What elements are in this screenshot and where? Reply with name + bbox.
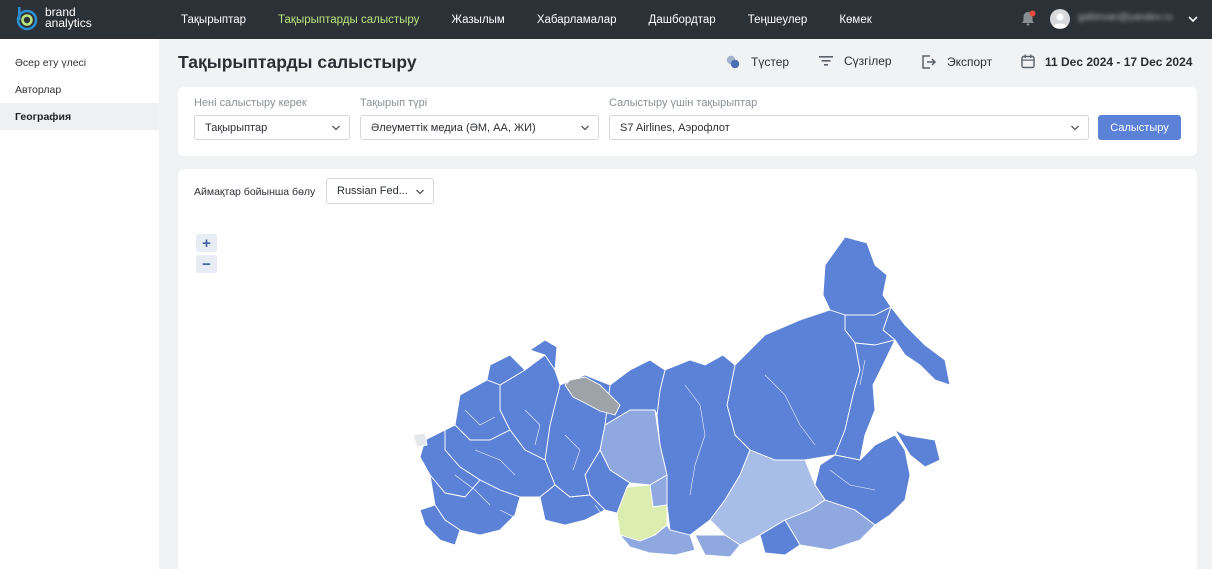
themes-value: S7 Airlines, Аэрофлот xyxy=(620,121,730,134)
date-range-picker[interactable]: 11 Dec 2024 - 17 Dec 2024 xyxy=(1021,54,1192,69)
sidebar: Әсер ету үлесі Авторлар География xyxy=(0,39,159,569)
date-range-label: 11 Dec 2024 - 17 Dec 2024 xyxy=(1045,54,1193,69)
map-region-nodata-west[interactable] xyxy=(412,432,428,448)
compare-value: Тақырыптар xyxy=(205,121,268,134)
compare-button[interactable]: Салыстыру xyxy=(1098,115,1181,140)
export-button[interactable]: Экспорт xyxy=(921,54,992,70)
export-label: Экспорт xyxy=(947,55,993,69)
nav-topics[interactable]: Тақырыптар xyxy=(165,0,262,39)
nav-compare-topics[interactable]: Тақырыптарды салыстыру xyxy=(262,0,435,39)
top-bar: brand analytics Тақырыптар Тақырыптарды … xyxy=(0,0,1212,39)
filters-button[interactable]: Сүзгілер xyxy=(818,54,892,68)
calendar-icon xyxy=(1021,54,1035,69)
chevron-down-icon xyxy=(581,125,589,131)
user-avatar-icon xyxy=(1053,13,1067,28)
chevron-down-icon xyxy=(332,125,340,131)
sidebar-item-share-of-voice[interactable]: Әсер ету үлесі xyxy=(0,49,159,76)
nav-messages[interactable]: Хабарламалар xyxy=(521,0,633,39)
type-select[interactable]: Әлеуметтік медиа (ӘМ, АА, ЖИ) xyxy=(360,115,599,140)
map-region-yakutia[interactable] xyxy=(726,309,861,461)
filters-label: Сүзгілер xyxy=(844,54,892,68)
notification-bell-icon[interactable] xyxy=(1018,9,1038,29)
region-select[interactable]: Russian Fed... xyxy=(326,178,434,204)
logo-icon xyxy=(16,7,38,31)
russia-choropleth-map[interactable] xyxy=(405,235,975,569)
brand-logo[interactable]: brand analytics xyxy=(14,5,92,31)
nav-settings[interactable]: Теңшеулер xyxy=(732,0,824,39)
chevron-down-icon xyxy=(416,189,424,195)
zoom-in-button[interactable]: + xyxy=(196,234,217,252)
logo-text: brand analytics xyxy=(45,6,92,30)
colors-label: Түстер xyxy=(751,55,790,69)
map-region-chukotka[interactable] xyxy=(822,236,892,320)
compare-label: Нені салыстыру керек xyxy=(194,97,307,109)
region-split-label: Аймақтар бойынша бөлу xyxy=(194,186,316,198)
zoom-out-button[interactable]: − xyxy=(196,255,217,273)
page-title: Тақырыптарды салыстыру xyxy=(178,52,417,72)
filter-card: Нені салыстыру керек Тақырыптар Тақырып … xyxy=(178,87,1197,156)
user-email[interactable]: gabinvan@yandex.ru xyxy=(1078,12,1173,23)
logo-line2: analytics xyxy=(45,16,92,30)
type-label: Тақырып түрі xyxy=(360,97,428,109)
colors-button[interactable]: Түстер xyxy=(725,54,789,70)
themes-select[interactable]: S7 Airlines, Аэрофлот xyxy=(609,115,1089,140)
chevron-down-icon[interactable] xyxy=(1186,12,1200,26)
export-icon xyxy=(922,55,937,69)
chevron-down-icon xyxy=(1071,125,1079,131)
nav-subscription[interactable]: Жазылым xyxy=(435,0,520,39)
type-value: Әлеуметтік медиа (ӘМ, АА, ЖИ) xyxy=(371,121,536,134)
nav-dashboards[interactable]: Дашбордтар xyxy=(633,0,732,39)
nav-help[interactable]: Көмек xyxy=(823,0,887,39)
themes-label: Салыстыру үшін тақырыптар xyxy=(609,97,758,109)
sidebar-item-authors[interactable]: Авторлар xyxy=(0,76,159,103)
compare-select[interactable]: Тақырыптар xyxy=(194,115,350,140)
filter-icon xyxy=(819,56,833,66)
user-avatar[interactable] xyxy=(1050,9,1070,29)
sidebar-item-geography[interactable]: География xyxy=(0,103,159,130)
map-region-kamchatka[interactable] xyxy=(882,306,951,386)
palette-icon xyxy=(726,55,740,69)
region-value: Russian Fed... xyxy=(337,185,408,197)
main-nav: Тақырыптар Тақырыптарды салыстыру Жазылы… xyxy=(165,0,888,39)
